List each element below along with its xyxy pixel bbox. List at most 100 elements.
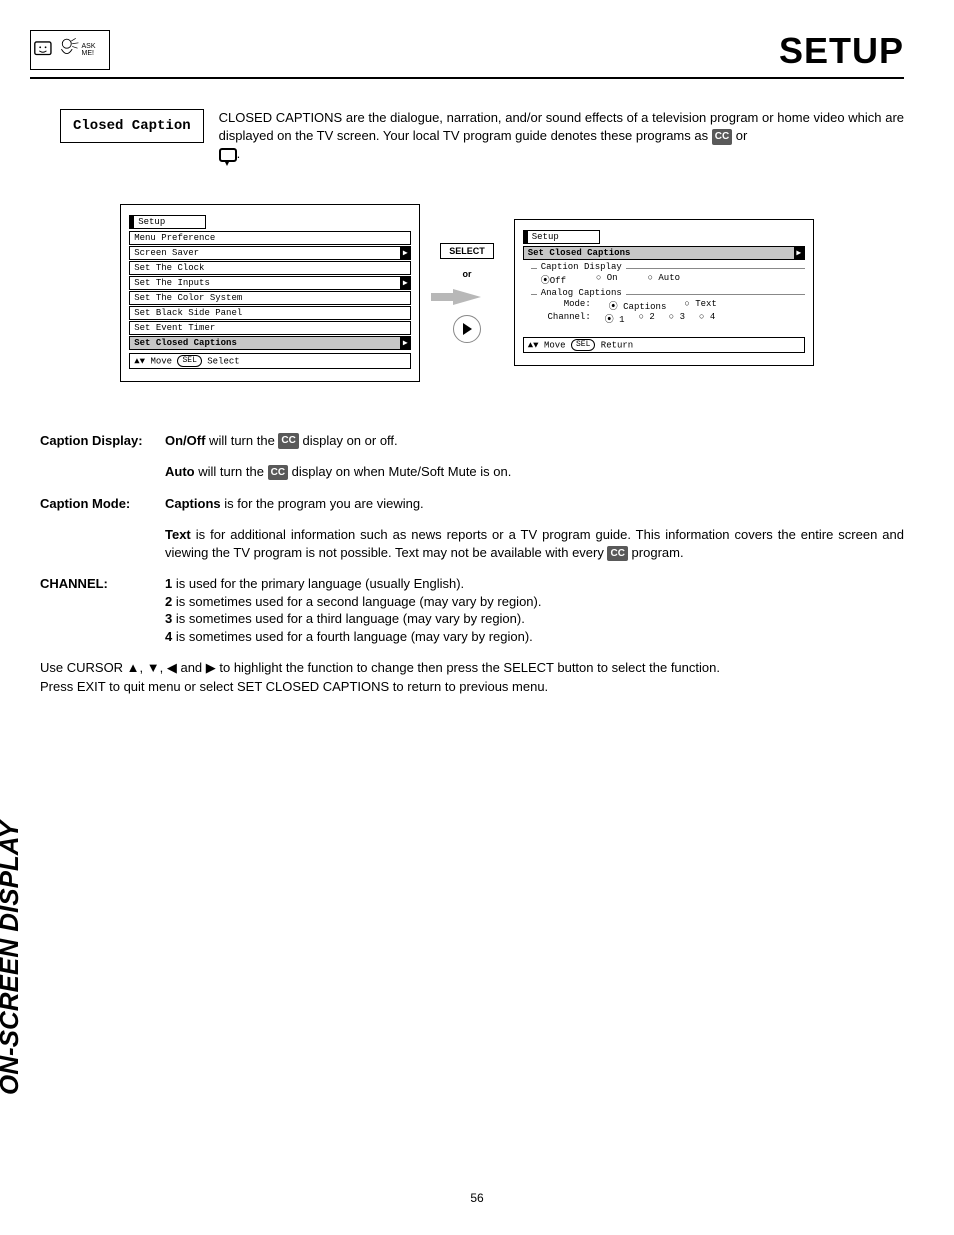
- hint-bar: ▲▼ Move SEL Select: [129, 353, 411, 369]
- radio-captions[interactable]: ⦿ Captions: [609, 299, 667, 312]
- radio-label: Auto: [658, 273, 680, 283]
- def-label-blank: [40, 463, 165, 481]
- text: is sometimes used for a second language …: [172, 594, 541, 609]
- speech-balloon-icon: [219, 148, 237, 162]
- radio-label: 3: [680, 312, 685, 322]
- menu-item-label: Screen Saver: [134, 248, 199, 258]
- text: will turn the: [195, 464, 268, 479]
- radio-off[interactable]: ⦿Off: [541, 273, 566, 286]
- page-number: 56: [470, 1191, 483, 1205]
- hint-bar: ▲▼ Move SEL Return: [523, 337, 805, 353]
- cc-icon: CC: [607, 546, 627, 562]
- footnote-line-1: Use CURSOR ▲, ▼, ◀ and ▶ to highlight th…: [40, 659, 904, 677]
- def-label-caption-display: Caption Display:: [40, 432, 165, 450]
- radio-ch4[interactable]: ○ 4: [699, 312, 715, 325]
- sel-button-icon: SEL: [571, 339, 595, 351]
- intro-text-1: CLOSED CAPTIONS are the dialogue, narrat…: [219, 110, 904, 143]
- text: display on when Mute/Soft Mute is on.: [292, 464, 512, 479]
- closed-captions-settings-screen: Setup Set Closed Captions ▶ Caption Displ…: [514, 219, 814, 366]
- intro-paragraph: CLOSED CAPTIONS are the dialogue, narrat…: [219, 109, 904, 164]
- or-label: or: [462, 269, 471, 279]
- transition-indicator: SELECT or: [440, 243, 494, 343]
- radio-ch1[interactable]: ⦿ 1: [605, 312, 625, 325]
- def-label-channel: CHANNEL:: [40, 575, 165, 645]
- def-body-auto: Auto will turn the CC display on when Mu…: [165, 463, 904, 481]
- side-tab-label: ON-SCREEN DISPLAY: [0, 821, 25, 1095]
- menu-item[interactable]: Set Event Timer: [129, 321, 411, 335]
- def-label-caption-mode: Caption Mode:: [40, 495, 165, 513]
- submenu-arrow-icon: ▶: [400, 337, 410, 349]
- header-rule: [30, 77, 904, 79]
- radio-ch3[interactable]: ○ 3: [669, 312, 685, 325]
- menu-item[interactable]: Screen Saver ▶: [129, 246, 411, 260]
- radio-label: 1: [619, 315, 624, 325]
- radio-auto[interactable]: ○ Auto: [648, 273, 680, 286]
- submenu-arrow-icon: ▶: [400, 247, 410, 259]
- menu-item-label: Set The Inputs: [134, 278, 210, 288]
- mode-label: Mode:: [541, 299, 591, 312]
- analog-captions-group: Analog Captions Mode: ⦿ Captions ○ Text …: [531, 294, 805, 325]
- footnote: Use CURSOR ▲, ▼, ◀ and ▶ to highlight th…: [40, 659, 904, 695]
- radio-label: Captions: [623, 302, 666, 312]
- closed-caption-heading: Closed Caption: [60, 109, 204, 143]
- radio-label: Text: [695, 299, 717, 309]
- radio-ch2[interactable]: ○ 2: [639, 312, 655, 325]
- setup-menu-screen: Setup Menu Preference Screen Saver ▶ Set …: [120, 204, 420, 382]
- ask-me-logo: ASK ME!: [30, 30, 110, 70]
- text: is for additional information such as ne…: [165, 527, 904, 560]
- menu-item-set-closed-captions[interactable]: Set Closed Captions ▶: [129, 336, 411, 350]
- screen-tab-setup: Setup: [523, 230, 600, 244]
- menu-item-label: Set Closed Captions: [134, 338, 237, 348]
- cc-icon: CC: [278, 433, 298, 449]
- select-button-label: SELECT: [440, 243, 494, 259]
- arrow-right-icon: [453, 289, 481, 305]
- text: is used for the primary language (usuall…: [172, 576, 464, 591]
- intro-period: .: [237, 146, 241, 161]
- lead-captions: Captions: [165, 496, 221, 511]
- radio-label: Off: [550, 276, 566, 286]
- menu-item[interactable]: Set The Clock: [129, 261, 411, 275]
- submenu-arrow-icon: ▶: [794, 247, 804, 259]
- menu-item-label: Set Closed Captions: [528, 248, 631, 258]
- logo-text: ASK ME!: [81, 43, 107, 57]
- caption-display-group: Caption Display ⦿Off ○ On ○ Auto: [531, 268, 805, 286]
- text: is sometimes used for a third language (…: [172, 611, 525, 626]
- hint-move: Move: [150, 356, 172, 366]
- menu-item[interactable]: Set The Inputs ▶: [129, 276, 411, 290]
- menu-item[interactable]: Set The Color System: [129, 291, 411, 305]
- menu-item[interactable]: Menu Preference: [129, 231, 411, 245]
- radio-on[interactable]: ○ On: [596, 273, 618, 286]
- submenu-arrow-icon: ▶: [400, 277, 410, 289]
- group-legend: Caption Display: [537, 262, 626, 272]
- cc-icon: CC: [712, 129, 732, 145]
- radio-label: 4: [710, 312, 715, 322]
- sel-button-icon: SEL: [177, 355, 201, 367]
- text: will turn the: [205, 433, 278, 448]
- hint-move: Move: [544, 340, 566, 350]
- lead-text: Text: [165, 527, 191, 542]
- hint-select: Select: [207, 356, 239, 366]
- text: program.: [632, 545, 684, 560]
- def-body-caption-display: On/Off will turn the CC display on or of…: [165, 432, 904, 450]
- text: is for the program you are viewing.: [221, 496, 424, 511]
- def-label-blank: [40, 526, 165, 561]
- radio-text[interactable]: ○ Text: [684, 299, 716, 312]
- menu-item[interactable]: Set Black Side Panel: [129, 306, 411, 320]
- play-button-icon: [453, 315, 481, 343]
- def-body-text-mode: Text is for additional information such …: [165, 526, 904, 561]
- intro-or: or: [736, 128, 748, 143]
- radio-label: On: [607, 273, 618, 283]
- text: display on or off.: [303, 433, 398, 448]
- footnote-line-2: Press EXIT to quit menu or select SET CL…: [40, 678, 904, 696]
- menu-item-set-closed-captions[interactable]: Set Closed Captions ▶: [523, 246, 805, 260]
- channel-label: Channel:: [541, 312, 591, 325]
- group-legend: Analog Captions: [537, 288, 626, 298]
- def-body-captions: Captions is for the program you are view…: [165, 495, 904, 513]
- screen-tab-setup: Setup: [129, 215, 206, 229]
- lead-onoff: On/Off: [165, 433, 205, 448]
- text: is sometimes used for a fourth language …: [172, 629, 533, 644]
- def-body-channel: 1 is used for the primary language (usua…: [165, 575, 904, 645]
- radio-label: 2: [649, 312, 654, 322]
- page-title: SETUP: [779, 30, 904, 72]
- hint-return: Return: [601, 340, 633, 350]
